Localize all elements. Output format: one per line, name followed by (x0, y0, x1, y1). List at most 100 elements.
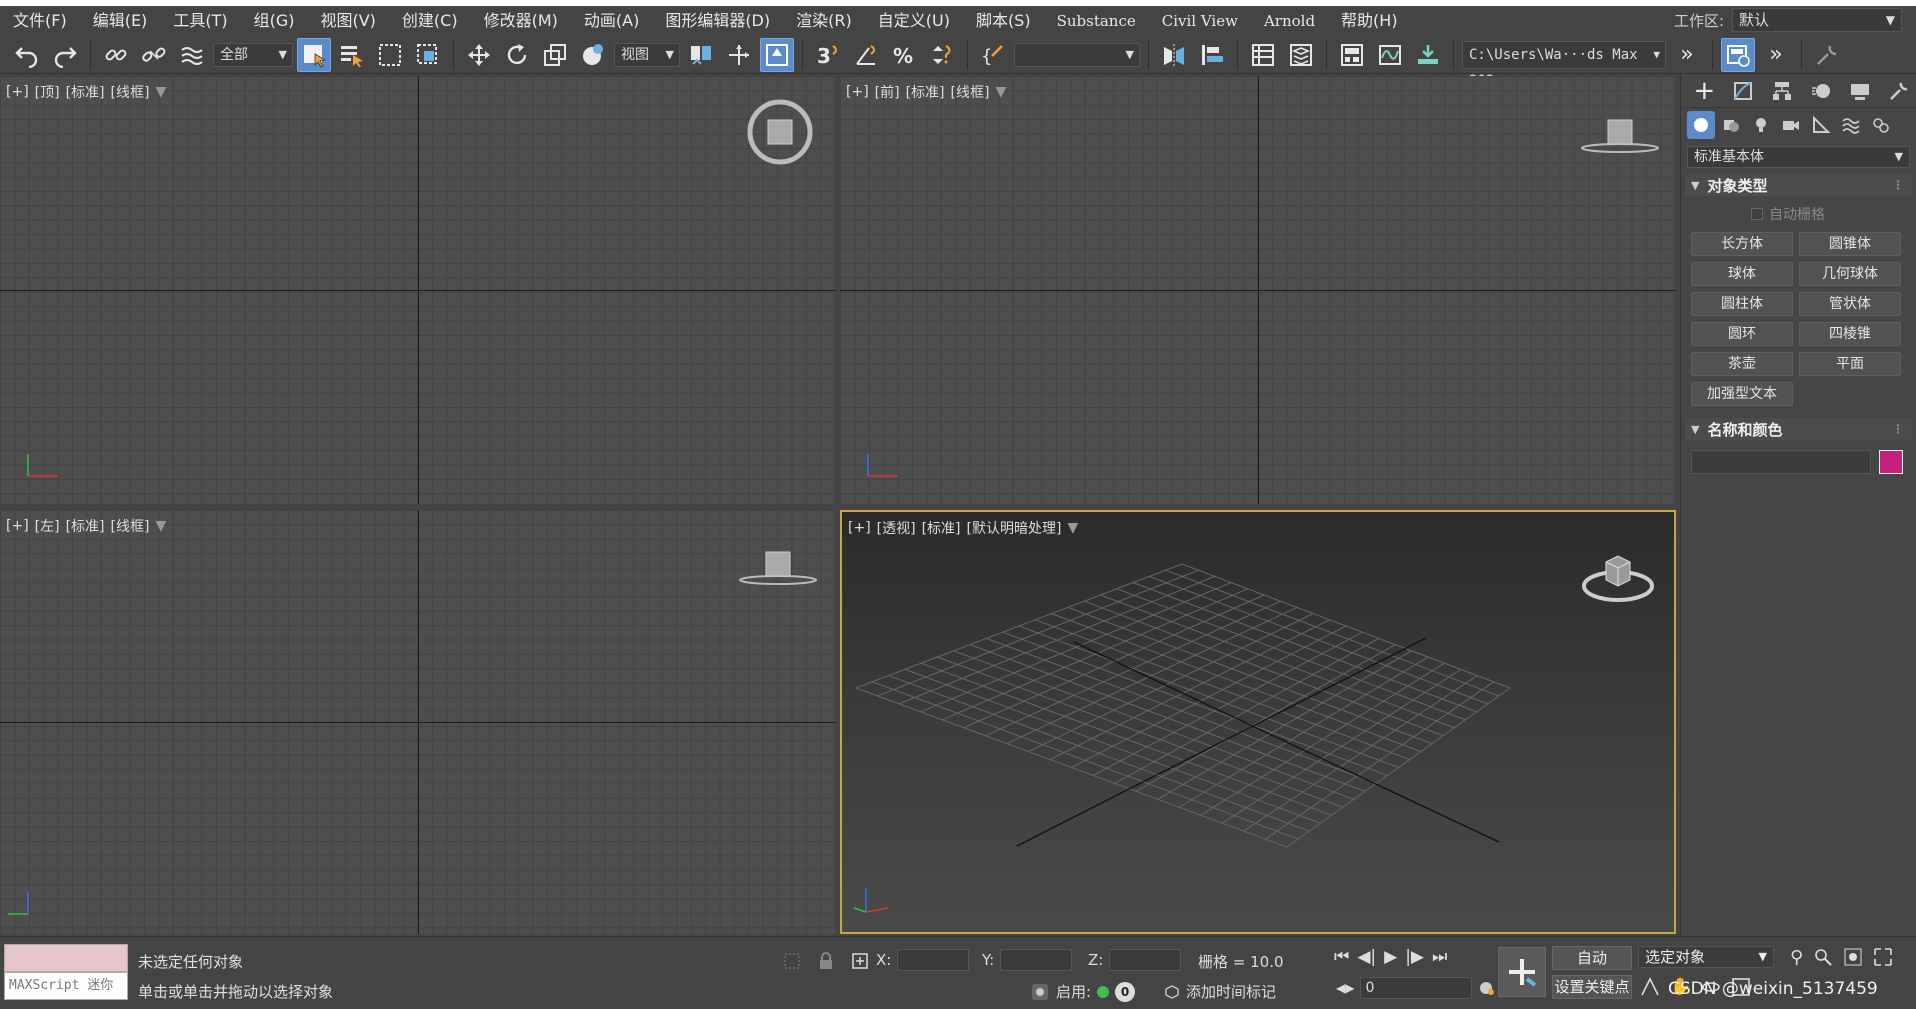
cameras-subtab[interactable] (1777, 111, 1805, 139)
menu-civil-view[interactable]: Civil View (1149, 7, 1251, 35)
viewport-standard-label[interactable]: [标准] (922, 518, 961, 538)
redo-button[interactable] (48, 38, 82, 72)
maxscript-output[interactable] (4, 944, 128, 972)
mirror-button[interactable] (1157, 38, 1191, 72)
link-button[interactable] (99, 38, 133, 72)
motion-tab[interactable] (1803, 76, 1838, 106)
selection-filter-dropdown[interactable]: 全部 ▼ (213, 42, 293, 67)
key-mode-toggle-icon[interactable]: ◀▶ (1336, 981, 1354, 995)
checkbox-box[interactable] (1751, 208, 1763, 220)
rect-selection-region-button[interactable] (373, 38, 407, 72)
viewport-shading-label[interactable]: [默认明暗处理] (967, 518, 1062, 538)
viewport-menu-plus[interactable]: [+] (6, 518, 29, 534)
viewport-label[interactable]: [+] [透视] [标准] [默认明暗处理] ▼ (848, 518, 1078, 538)
pivot-center-button[interactable] (684, 38, 718, 72)
viewport-pov-label[interactable]: [透视] (877, 518, 916, 538)
undo-button[interactable] (10, 38, 44, 72)
cone-button[interactable]: 圆锥体 (1799, 232, 1901, 256)
box-button[interactable]: 长方体 (1691, 232, 1793, 256)
text-plus-button[interactable]: 加强型文本 (1691, 382, 1793, 406)
filter-icon[interactable]: ▼ (155, 84, 166, 100)
teapot-button[interactable]: 茶壶 (1691, 352, 1793, 376)
menu-help[interactable]: 帮助(H) (1328, 7, 1411, 35)
viewport-front[interactable]: [+] [前] [标准] [线框] ▼ (840, 76, 1676, 504)
object-color-swatch[interactable] (1879, 450, 1903, 474)
curve-editor-button[interactable] (1373, 38, 1407, 72)
scene-explorer-button[interactable] (1246, 38, 1280, 72)
object-name-field[interactable] (1691, 450, 1871, 474)
project-path-dropdown[interactable]: C:\Users\Wa···ds Max 202 ▼ (1462, 40, 1666, 89)
zoom-extents-icon[interactable] (1843, 947, 1863, 967)
viewport-pov-label[interactable]: [左] (35, 516, 60, 536)
create-tab[interactable]: + (1687, 76, 1722, 106)
viewport-shading-label[interactable]: [线框] (111, 82, 150, 102)
menu-group[interactable]: 组(G) (241, 7, 308, 35)
lights-subtab[interactable] (1747, 111, 1775, 139)
time-configuration-icon[interactable] (1478, 979, 1496, 997)
geometry-category-dropdown[interactable]: 标准基本体 ▼ (1687, 146, 1910, 168)
menu-customize[interactable]: 自定义(U) (865, 7, 963, 35)
torus-button[interactable]: 圆环 (1691, 322, 1793, 346)
viewport-menu-plus[interactable]: [+] (846, 84, 869, 100)
viewcube-icon[interactable] (738, 538, 818, 598)
edit-named-selection-button[interactable]: { (976, 38, 1010, 72)
viewport-label[interactable]: [+] [顶] [标准] [线框] ▼ (6, 82, 166, 102)
menu-arnold[interactable]: Arnold (1251, 7, 1328, 35)
auto-key-button[interactable]: 自动 (1552, 946, 1632, 970)
previous-frame-icon[interactable]: ◀| (1357, 947, 1376, 967)
next-frame-icon[interactable]: |▶ (1405, 947, 1424, 967)
named-selection-sets-dropdown[interactable]: ▼ (1014, 42, 1140, 67)
ref-coord-dropdown[interactable]: 视图 ▼ (614, 42, 680, 67)
tube-button[interactable]: 管状体 (1799, 292, 1901, 316)
menu-graph-editors[interactable]: 图形编辑器(D) (652, 7, 783, 35)
z-field[interactable] (1109, 949, 1182, 971)
autogrid-checkbox[interactable]: 自动栅格 (1751, 204, 1916, 224)
menu-modifiers[interactable]: 修改器(M) (471, 7, 571, 35)
object-type-rollout-header[interactable]: ▼ 对象类型 ⋮ (1685, 174, 1912, 196)
pyramid-button[interactable]: 四棱锥 (1799, 322, 1901, 346)
menu-edit[interactable]: 编辑(E) (80, 7, 161, 35)
cylinder-button[interactable]: 圆柱体 (1691, 292, 1793, 316)
play-icon[interactable]: ▶ (1384, 947, 1397, 967)
zoom-icon[interactable]: ⚲ (1790, 947, 1803, 968)
isolate-selection-icon[interactable] (782, 951, 802, 971)
viewport-shading-label[interactable]: [线框] (951, 82, 990, 102)
viewcube-icon[interactable] (740, 92, 820, 172)
toolbar-overflow-button[interactable]: » (1670, 38, 1704, 72)
select-object-button[interactable] (297, 37, 331, 72)
status-indicator-icon[interactable] (1097, 985, 1110, 998)
angle-snap-button[interactable] (849, 38, 883, 72)
rotate-button[interactable] (500, 38, 534, 72)
viewport-label[interactable]: [+] [左] [标准] [线框] ▼ (6, 516, 166, 536)
viewport-label[interactable]: [+] [前] [标准] [线框] ▼ (846, 82, 1006, 102)
render-tools-button[interactable] (1810, 38, 1844, 72)
layer-explorer-button[interactable] (1284, 38, 1318, 72)
schematic-view-button[interactable] (1411, 38, 1445, 72)
plane-button[interactable]: 平面 (1799, 352, 1901, 376)
adaptive-degradation-icon[interactable] (1030, 982, 1050, 1002)
viewcube-icon[interactable] (1580, 102, 1660, 162)
set-key-button[interactable]: 设置关键点 (1552, 975, 1632, 999)
toolbar-overflow-button-2[interactable]: » (1759, 38, 1793, 72)
time-tag-row[interactable]: 添加时间标记 (1164, 981, 1276, 1002)
go-to-start-icon[interactable]: ⏮ (1334, 947, 1349, 967)
sphere-button[interactable]: 球体 (1691, 262, 1793, 286)
filter-icon[interactable]: ▼ (1067, 520, 1078, 536)
set-keys-big-button[interactable] (1498, 947, 1546, 997)
bind-space-warp-button[interactable] (175, 38, 209, 72)
geometry-subtab[interactable] (1687, 111, 1715, 139)
filter-icon[interactable]: ▼ (995, 84, 1006, 100)
menu-file[interactable]: 文件(F) (0, 7, 80, 35)
window-crossing-button[interactable] (411, 38, 445, 72)
systems-subtab[interactable] (1867, 111, 1895, 139)
keyboard-shortcut-override-button[interactable] (760, 37, 794, 72)
workspace-dropdown[interactable]: 默认 ▼ (1732, 8, 1902, 32)
spinner-snap-button[interactable] (925, 38, 959, 72)
viewport-shading-label[interactable]: [线框] (111, 516, 150, 536)
render-setup-button[interactable] (1721, 37, 1755, 72)
modify-tab[interactable] (1726, 76, 1761, 106)
viewcube-icon[interactable] (1578, 542, 1658, 612)
menu-scripting[interactable]: 脚本(S) (963, 7, 1044, 35)
maxscript-input[interactable]: MAXScript 迷你 (4, 972, 128, 1000)
lock-icon[interactable] (818, 951, 834, 971)
